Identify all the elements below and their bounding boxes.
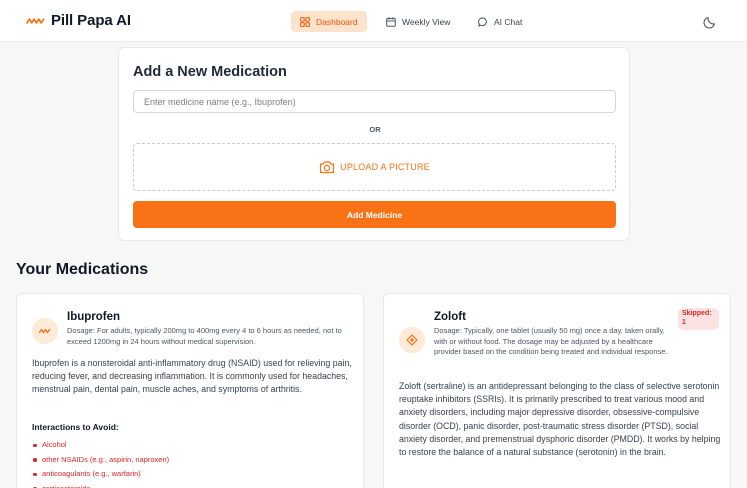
upload-picture-dropzone[interactable]: UPLOAD A PICTURE — [133, 143, 616, 191]
medication-dosage: Dosage: Typically, one tablet (usually 5… — [434, 326, 668, 356]
nav-ai-chat[interactable]: AI Chat — [469, 11, 535, 32]
grid-icon — [300, 16, 310, 27]
nav-weekly-view[interactable]: Weekly View — [377, 11, 463, 32]
medication-description: Zoloft (sertraline) is an antidepressant… — [399, 381, 721, 458]
or-divider: OR — [369, 125, 381, 134]
nav-label: AI Chat — [494, 16, 523, 27]
interactions-title: Interactions to Avoid: — [32, 422, 119, 432]
interaction-item: other NSAIDs (e.g., aspirin, naproxen) — [32, 453, 169, 468]
moon-icon[interactable] — [703, 13, 719, 29]
nav-label: Weekly View — [402, 16, 451, 27]
nav-dashboard[interactable]: Dashboard — [291, 11, 367, 32]
medication-name: Zoloft — [434, 311, 466, 323]
interaction-item: anticoagulants (e.g., warfarin) — [32, 467, 169, 482]
medication-card-ibuprofen[interactable]: Ibuprofen Dosage: For adults, typically … — [16, 293, 364, 488]
add-medication-card: Add a New Medication OR UPLOAD A PICTURE… — [118, 47, 630, 241]
medication-card-zoloft[interactable]: Zoloft Dosage: Typically, one tablet (us… — [383, 293, 731, 488]
your-medications-heading: Your Medications — [16, 261, 149, 278]
nav-label: Dashboard — [316, 16, 358, 27]
medication-description: Ibuprofen is a nonsteroidal anti-inflamm… — [32, 358, 352, 395]
add-medication-title: Add a New Medication — [133, 64, 287, 80]
pill-diamond-icon — [399, 327, 425, 353]
app-name: Pill Papa AI — [51, 12, 131, 29]
top-navigation-bar: Pill Papa AI Dashboard Weekly View AI Ch… — [0, 0, 747, 42]
skipped-badge: Skipped: 1 — [678, 308, 719, 330]
interactions-list: Alcohol other NSAIDs (e.g., aspirin, nap… — [32, 438, 169, 488]
calendar-icon — [386, 16, 396, 27]
chat-bubble-icon — [478, 17, 487, 27]
pill-wave-logo-icon — [26, 17, 45, 24]
brand-logo[interactable]: Pill Papa AI — [26, 12, 131, 29]
medicine-name-input[interactable] — [133, 90, 616, 113]
medication-name: Ibuprofen — [67, 311, 121, 323]
camera-icon — [320, 161, 335, 174]
interaction-item: corticosteroids — [32, 482, 169, 488]
upload-label: UPLOAD A PICTURE — [340, 162, 430, 172]
interaction-item: Alcohol — [32, 438, 169, 453]
medication-dosage: Dosage: For adults, typically 200mg to 4… — [67, 326, 342, 346]
pill-wave-icon — [32, 318, 58, 344]
add-medicine-button[interactable]: Add Medicine — [133, 201, 616, 228]
